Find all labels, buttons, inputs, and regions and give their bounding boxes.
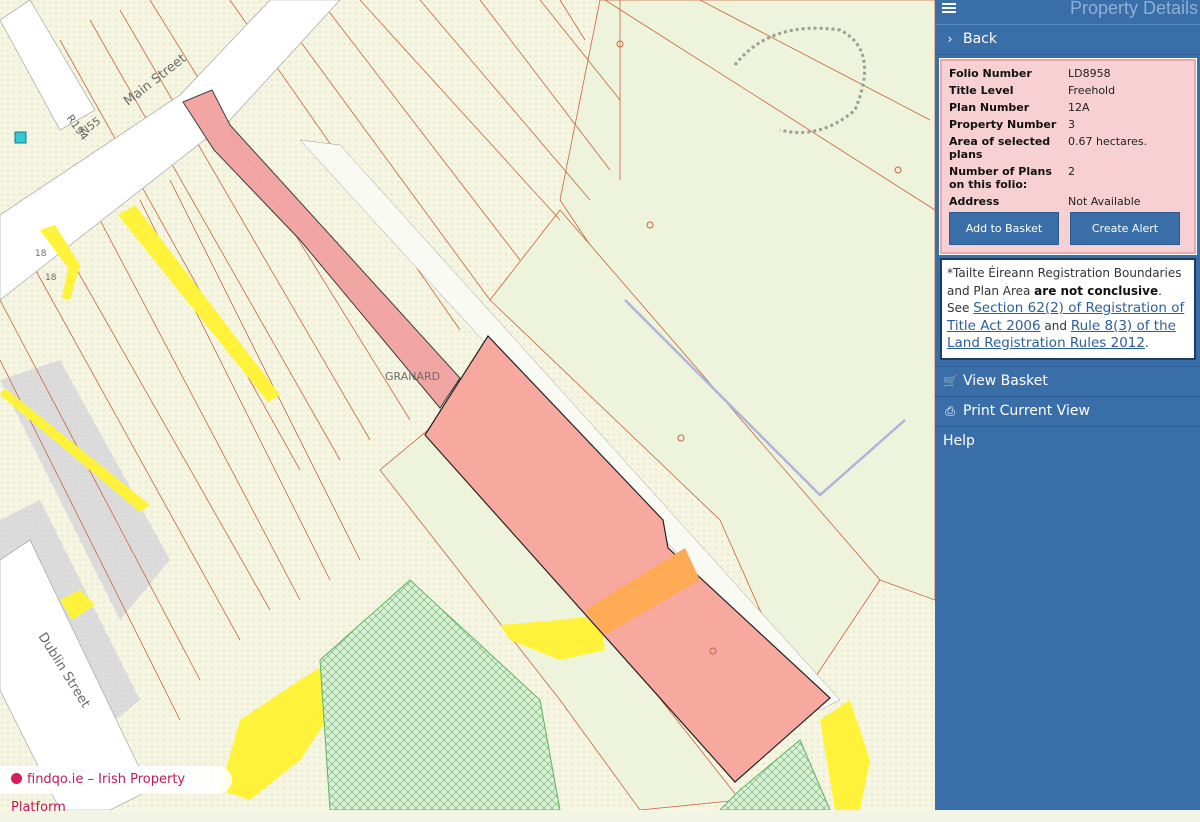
add-to-basket-button[interactable]: Add to Basket: [949, 212, 1059, 245]
num-plans-label: Number of Plans on this folio:: [949, 165, 1052, 191]
title-level-label: Title Level: [949, 84, 1014, 97]
area-row: Area of selected plans 0.67 hectares.: [949, 135, 1188, 161]
back-label: Back: [963, 31, 997, 47]
label-house-18a: 18: [35, 249, 47, 259]
plan-label: Plan Number: [949, 101, 1030, 114]
address-row: Address Not Available: [949, 195, 1188, 208]
notice-text-3: and: [1040, 318, 1071, 333]
back-button[interactable]: › Back: [935, 25, 1200, 55]
poi-marker[interactable]: [14, 131, 27, 144]
area-label: Area of selected plans: [949, 135, 1051, 161]
print-label: Print Current View: [963, 402, 1090, 419]
folio-label: Folio Number: [949, 67, 1032, 80]
watermark-badge[interactable]: findqo.ie – Irish Property Platform: [0, 766, 232, 815]
printer-icon: ⎙: [945, 403, 955, 418]
property-details-box: Folio Number LD8958 Title Level Freehold…: [939, 58, 1197, 255]
notice-text-4: .: [1144, 336, 1149, 350]
plan-value: 12A: [1068, 101, 1090, 114]
details-buttons: Add to Basket Create Alert: [949, 212, 1188, 245]
property-row: Property Number 3: [949, 118, 1188, 131]
map-view[interactable]: Main Street R194 N55 Dublin Street GRANA…: [0, 0, 935, 810]
help-label: Help: [943, 432, 975, 449]
label-granard: GRANARD: [385, 370, 440, 383]
create-alert-button[interactable]: Create Alert: [1070, 212, 1180, 245]
title-level-row: Title Level Freehold: [949, 84, 1188, 97]
globe-icon: [11, 773, 22, 784]
num-plans-value: 2: [1068, 165, 1075, 178]
map-canvas[interactable]: Main Street R194 N55 Dublin Street GRANA…: [0, 0, 935, 810]
property-details-panel: Property Details › Back Folio Number LD89…: [935, 0, 1200, 810]
menu-icon[interactable]: [942, 1, 956, 15]
chevron-right-icon: ›: [947, 32, 953, 46]
cart-icon: 🛒: [943, 373, 958, 388]
title-level-value: Freehold: [1068, 84, 1116, 97]
address-label: Address: [949, 195, 1000, 208]
label-house-18b: 18: [45, 273, 57, 283]
plan-row: Plan Number 12A: [949, 101, 1188, 114]
help-button[interactable]: Help: [935, 427, 1200, 456]
view-basket-button[interactable]: 🛒 View Basket: [935, 365, 1200, 397]
view-basket-label: View Basket: [963, 372, 1048, 389]
folio-value: LD8958: [1068, 67, 1111, 80]
area-value: 0.67 hectares.: [1068, 135, 1148, 148]
print-view-button[interactable]: ⎙ Print Current View: [935, 397, 1200, 427]
panel-header: Property Details: [935, 0, 1200, 25]
panel-title: Property Details: [1069, 0, 1198, 18]
folio-row: Folio Number LD8958: [949, 67, 1188, 80]
notice-bold: are not conclusive: [1034, 283, 1159, 298]
address-value: Not Available: [1068, 195, 1141, 208]
disclaimer-notice: *Tailte Éireann Registration Boundaries …: [940, 258, 1196, 360]
num-plans-row: Number of Plans on this folio: 2: [949, 165, 1188, 191]
property-label: Property Number: [949, 118, 1057, 131]
property-value: 3: [1068, 118, 1075, 131]
